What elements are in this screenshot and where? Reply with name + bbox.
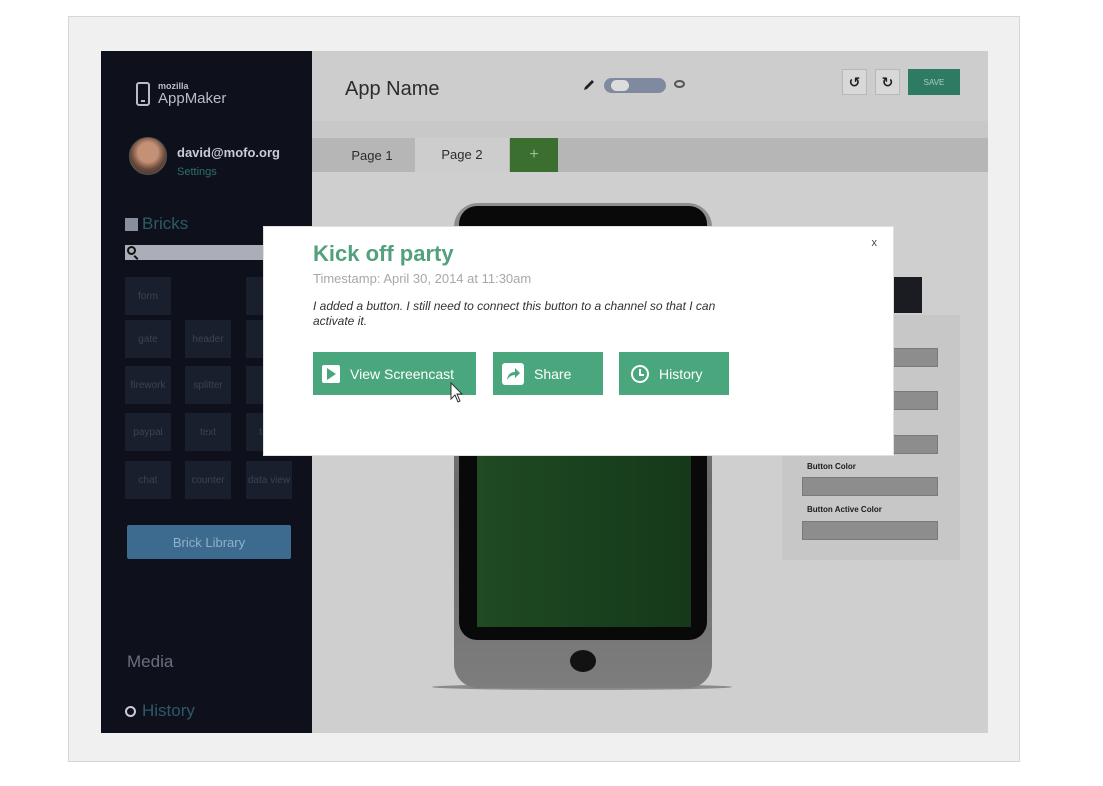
add-page-button[interactable]: +: [510, 138, 558, 172]
button-color-field[interactable]: [802, 477, 938, 496]
clock-icon: [631, 364, 649, 383]
brick-data-view[interactable]: data view: [246, 461, 292, 499]
brick-form[interactable]: form: [125, 277, 171, 315]
close-icon[interactable]: x: [872, 237, 878, 249]
brick-paypal[interactable]: paypal: [125, 413, 171, 451]
edit-preview-toggle[interactable]: [604, 78, 666, 93]
history-section-label: History: [142, 701, 195, 720]
cursor-icon: [450, 382, 464, 403]
button-active-color-label: Button Active Color: [807, 505, 882, 514]
media-section[interactable]: Media: [127, 652, 173, 672]
search-icon: [127, 246, 136, 255]
eye-icon: [674, 80, 685, 88]
button-color-label: Button Color: [807, 462, 856, 471]
view-screencast-label: View Screencast: [350, 365, 455, 382]
app-name-title[interactable]: App Name: [345, 78, 440, 101]
avatar[interactable]: [129, 137, 167, 175]
toggle-knob: [611, 80, 629, 91]
brick-gate[interactable]: gate: [125, 320, 171, 358]
tab-page-2[interactable]: Page 2: [415, 138, 509, 172]
share-icon: [502, 362, 524, 385]
bricks-heading-label: Bricks: [142, 214, 189, 233]
history-section[interactable]: History: [125, 701, 195, 721]
history-label: History: [659, 365, 703, 382]
share-label: Share: [534, 365, 572, 382]
brick-counter[interactable]: counter: [185, 461, 231, 499]
brick-header[interactable]: header: [185, 320, 231, 358]
redo-icon: ↻: [881, 73, 894, 90]
undo-icon: ↺: [848, 73, 861, 90]
history-entry-modal: x Kick off party Timestamp: April 30, 20…: [263, 226, 894, 456]
settings-link[interactable]: Settings: [177, 166, 280, 178]
pencil-icon: [584, 80, 594, 90]
modal-timestamp: Timestamp: April 30, 2014 at 11:30am: [313, 271, 532, 286]
clock-icon: [125, 705, 136, 717]
user-name: david@mofo.org: [177, 145, 280, 160]
brick-text[interactable]: text: [185, 413, 231, 451]
logo-big-text: AppMaker: [158, 90, 227, 107]
redo-button[interactable]: ↻: [875, 69, 900, 95]
modal-title: Kick off party: [313, 241, 454, 266]
top-bar: App Name ↺ ↻ SAVE: [312, 51, 988, 121]
button-active-color-field[interactable]: [802, 521, 938, 540]
brick-chat[interactable]: chat: [125, 461, 171, 499]
phone-home-button: [570, 650, 596, 672]
save-button[interactable]: SAVE: [908, 69, 960, 95]
bricks-heading: Bricks: [125, 214, 188, 234]
user-profile: david@mofo.org Settings: [129, 137, 280, 178]
logo: mozilla AppMaker: [136, 82, 226, 106]
mobile-phone-icon: [136, 82, 150, 106]
puzzle-icon: [125, 217, 138, 231]
brick-library-button[interactable]: Brick Library: [127, 525, 291, 559]
share-button[interactable]: Share: [493, 352, 603, 395]
undo-button[interactable]: ↺: [842, 69, 867, 95]
page-tabs: Page 1 Page 2 +: [312, 138, 988, 172]
tab-page-1[interactable]: Page 1: [332, 138, 412, 172]
history-button[interactable]: History: [619, 352, 729, 395]
play-icon: [322, 364, 340, 383]
brick-firework[interactable]: firework: [125, 366, 171, 404]
brick-splitter[interactable]: splitter: [185, 366, 231, 404]
modal-description: I added a button. I still need to connec…: [313, 299, 716, 328]
